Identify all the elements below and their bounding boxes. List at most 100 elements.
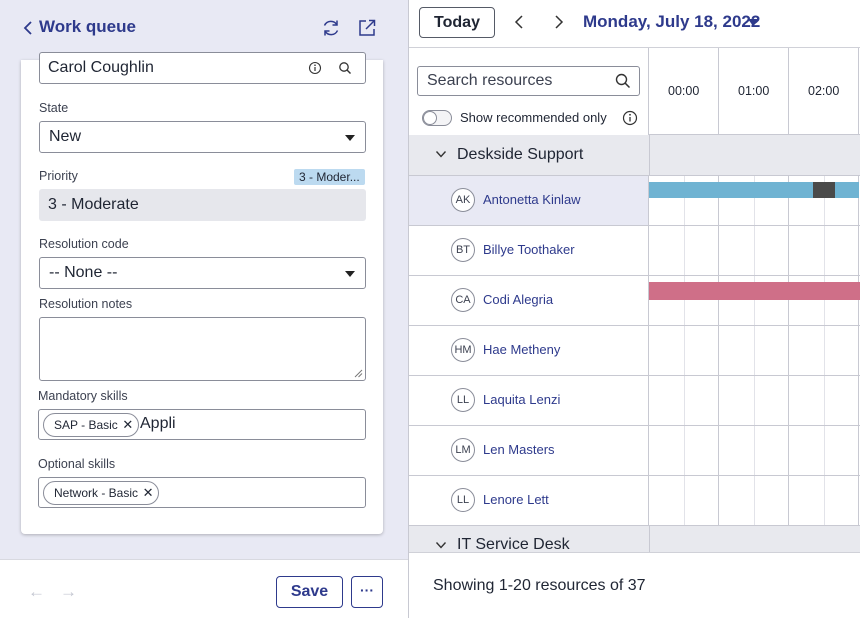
- resource-name-link[interactable]: Len Masters: [483, 442, 555, 457]
- pagination-summary: Showing 1-20 resources of 37: [433, 577, 646, 594]
- panel-footer: ← → Save ···: [0, 559, 408, 618]
- show-recommended-label: Show recommended only: [460, 110, 607, 125]
- hour-divider: [718, 48, 719, 135]
- scheduled-task-bar[interactable]: [649, 182, 813, 198]
- avatar: LL: [451, 488, 475, 512]
- search-icon[interactable]: [615, 73, 631, 89]
- priority-badge: 3 - Moder...: [294, 169, 365, 185]
- resource-name-link[interactable]: Lenore Lett: [483, 492, 549, 507]
- avatar: BT: [451, 238, 475, 262]
- optional-skills-label: Optional skills: [38, 457, 116, 471]
- schedule-row[interactable]: [649, 176, 860, 226]
- chevron-down-icon[interactable]: [435, 149, 447, 159]
- resource-row[interactable]: LL Laquita Lenzi: [409, 376, 649, 426]
- group-row-it-service-desk[interactable]: IT Service Desk: [409, 526, 860, 552]
- show-recommended-toggle[interactable]: [422, 110, 452, 126]
- schedule-row[interactable]: [649, 226, 860, 276]
- panel-title[interactable]: Work queue: [39, 17, 136, 37]
- resource-row[interactable]: AK Antonetta Kinlaw: [409, 176, 649, 226]
- mandatory-skills-input-text[interactable]: Appli: [140, 415, 176, 433]
- scheduled-task-bar[interactable]: [813, 182, 835, 198]
- refresh-icon[interactable]: [320, 17, 342, 39]
- search-placeholder: Search resources: [427, 72, 553, 89]
- resource-name-link[interactable]: Laquita Lenzi: [483, 392, 560, 407]
- schedule-row[interactable]: [649, 276, 860, 326]
- save-button[interactable]: Save: [276, 576, 343, 608]
- resource-name-link[interactable]: Codi Alegria: [483, 292, 553, 307]
- schedule-row[interactable]: [649, 476, 860, 526]
- assigned-to-field[interactable]: Carol Coughlin: [39, 52, 366, 84]
- priority-value: 3 - Moderate: [48, 196, 139, 213]
- today-button[interactable]: Today: [419, 7, 495, 38]
- more-actions-button[interactable]: ···: [351, 576, 383, 608]
- optional-skills-field[interactable]: Network - Basic ✕: [38, 477, 366, 508]
- priority-label: Priority: [39, 169, 78, 183]
- previous-day-chevron-icon[interactable]: [512, 13, 526, 31]
- resource-scheduler: Today Monday, July 18, 2022 Search resou…: [408, 0, 860, 618]
- chevron-down-icon[interactable]: [435, 540, 447, 550]
- avatar: AK: [451, 188, 475, 212]
- resolution-code-value: -- None --: [49, 264, 118, 281]
- form-card: Carol Coughlin State New Priority 3 - Mo…: [21, 52, 383, 534]
- back-chevron-icon[interactable]: [22, 18, 34, 38]
- skill-tag: SAP - Basic ✕: [43, 413, 139, 437]
- assigned-to-value: Carol Coughlin: [48, 59, 154, 76]
- remove-tag-icon[interactable]: ✕: [118, 414, 138, 436]
- avatar: HM: [451, 338, 475, 362]
- resource-row[interactable]: CA Codi Alegria: [409, 276, 649, 326]
- schedule-row[interactable]: [649, 376, 860, 426]
- timeline-header: 00:00 01:00 02:00: [649, 48, 860, 135]
- group-name: Deskside Support: [457, 146, 584, 163]
- state-label: State: [39, 101, 69, 115]
- mandatory-skills-label: Mandatory skills: [38, 389, 128, 403]
- next-record-arrow-icon[interactable]: →: [60, 582, 77, 602]
- info-icon[interactable]: [622, 110, 638, 126]
- previous-record-arrow-icon[interactable]: ←: [28, 582, 45, 602]
- hour-label: 02:00: [808, 84, 840, 98]
- search-icon[interactable]: [338, 61, 352, 75]
- resource-row[interactable]: BT Billye Toothaker: [409, 226, 649, 276]
- resource-name-link[interactable]: Billye Toothaker: [483, 242, 575, 257]
- group-name: IT Service Desk: [457, 536, 570, 552]
- resolution-code-select[interactable]: -- None --: [39, 257, 366, 289]
- skill-tag: Network - Basic ✕: [43, 481, 160, 505]
- hour-divider: [788, 48, 789, 135]
- resource-name-link[interactable]: Antonetta Kinlaw: [483, 192, 581, 207]
- remove-tag-icon[interactable]: ✕: [138, 482, 158, 504]
- schedule-row[interactable]: [649, 326, 860, 376]
- toggle-knob: [423, 111, 437, 125]
- panel-header: Work queue: [0, 0, 408, 60]
- resource-row[interactable]: HM Hae Metheny: [409, 326, 649, 376]
- search-resources-input[interactable]: Search resources: [417, 66, 640, 96]
- skill-tag-label: SAP - Basic: [54, 418, 118, 432]
- schedule-row[interactable]: [649, 426, 860, 476]
- group-row-deskside-support[interactable]: Deskside Support: [409, 135, 860, 176]
- avatar: LM: [451, 438, 475, 462]
- scheduler-footer: Showing 1-20 resources of 37: [409, 552, 860, 618]
- scheduled-task-bar[interactable]: [649, 282, 860, 300]
- hour-label: 00:00: [668, 84, 700, 98]
- scheduled-task-bar[interactable]: [835, 182, 859, 198]
- resolution-code-label: Resolution code: [39, 237, 129, 251]
- avatar: CA: [451, 288, 475, 312]
- mandatory-skills-field[interactable]: SAP - Basic ✕ Appli: [38, 409, 366, 440]
- resource-row[interactable]: LM Len Masters: [409, 426, 649, 476]
- current-date-picker[interactable]: Monday, July 18, 2022: [583, 12, 760, 32]
- chevron-down-icon: [345, 135, 355, 141]
- state-value: New: [49, 128, 82, 145]
- hour-divider: [858, 48, 859, 135]
- open-in-new-window-icon[interactable]: [356, 17, 378, 39]
- divider: [649, 135, 650, 176]
- date-dropdown-caret-icon[interactable]: [748, 19, 758, 26]
- next-day-chevron-icon[interactable]: [552, 13, 566, 31]
- resource-name-link[interactable]: Hae Metheny: [483, 342, 560, 357]
- resolution-notes-textarea[interactable]: [39, 317, 366, 381]
- avatar: LL: [451, 388, 475, 412]
- resize-handle-icon[interactable]: [354, 369, 363, 378]
- work-queue-panel: Work queue Carol Coughlin State New Prio…: [0, 0, 408, 618]
- resource-row[interactable]: LL Lenore Lett: [409, 476, 649, 526]
- priority-readonly-field: 3 - Moderate: [39, 189, 366, 221]
- scheduler-toolbar: Today Monday, July 18, 2022: [409, 0, 860, 48]
- state-select[interactable]: New: [39, 121, 366, 153]
- info-icon[interactable]: [308, 61, 322, 75]
